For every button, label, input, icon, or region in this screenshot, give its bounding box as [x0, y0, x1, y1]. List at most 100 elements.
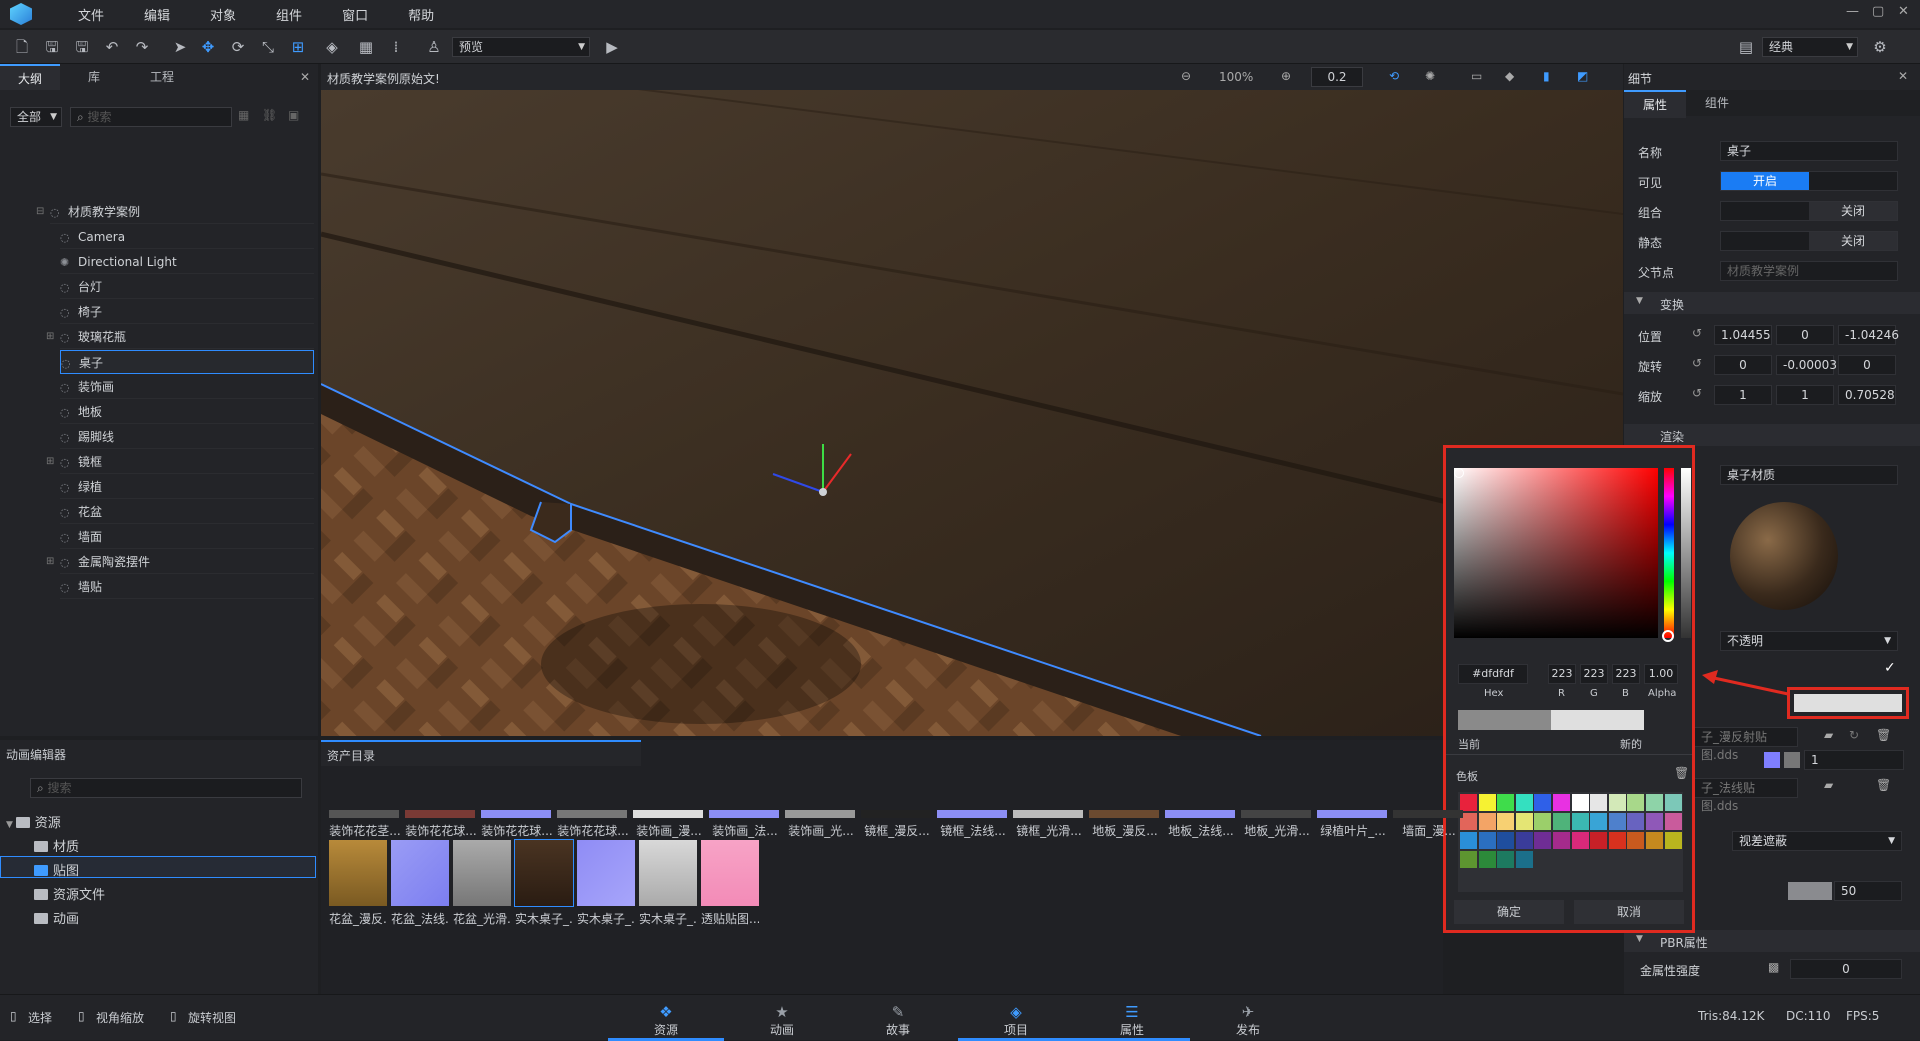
tree-item[interactable]: ✺ Directional Light: [60, 250, 314, 274]
tree-item[interactable]: ◌ 墙贴: [60, 575, 314, 599]
diffuse-color-swatch[interactable]: [1794, 694, 1902, 712]
palette-swatch[interactable]: [1460, 851, 1477, 868]
palette-swatch[interactable]: [1608, 794, 1626, 811]
select-tool-icon[interactable]: ➤: [170, 37, 190, 57]
menu-help[interactable]: 帮助: [388, 5, 454, 24]
play-icon[interactable]: ▶: [602, 37, 622, 57]
cube-icon[interactable]: ◆: [1505, 69, 1514, 83]
menu-edit[interactable]: 编辑: [124, 5, 190, 24]
visible-toggle[interactable]: 开启: [1720, 171, 1898, 191]
slider-fill[interactable]: [1788, 882, 1832, 900]
menu-window[interactable]: 窗口: [322, 5, 388, 24]
link-icon[interactable]: ⛓: [262, 108, 277, 122]
folder-materials[interactable]: 材质: [34, 836, 79, 855]
static-toggle[interactable]: 关闭: [1720, 231, 1898, 251]
tab-properties[interactable]: 属性: [1624, 90, 1686, 118]
folder-textures[interactable]: 贴图: [34, 860, 79, 879]
palette-swatch[interactable]: [1553, 832, 1570, 849]
view-mode-icon[interactable]: ◈: [322, 37, 342, 57]
expand-icon[interactable]: ⊞: [46, 550, 54, 574]
asset-item[interactable]: 装饰花花球...: [481, 810, 553, 839]
tree-item[interactable]: ◌ 椅子: [60, 300, 314, 324]
step-input[interactable]: 0.2: [1311, 67, 1363, 87]
palette-swatch[interactable]: [1515, 813, 1533, 830]
tree-item[interactable]: ⊞ ◌ 金属陶瓷摆件: [46, 550, 314, 574]
tree-item[interactable]: ⊞ ◌ 玻璃花瓶: [46, 325, 314, 349]
collapse-icon[interactable]: ▣: [288, 108, 299, 122]
parallax-select[interactable]: 视差遮蔽 ▼: [1732, 831, 1902, 851]
display-icon[interactable]: ▮: [1543, 69, 1550, 83]
render-section-header[interactable]: 渲染: [1624, 424, 1920, 446]
palette-swatch[interactable]: [1553, 794, 1570, 811]
tree-item[interactable]: ◌ 花盆: [60, 500, 314, 524]
palette-swatch[interactable]: [1497, 794, 1515, 811]
palette-swatch[interactable]: [1497, 832, 1515, 849]
alpha-slider[interactable]: [1681, 468, 1691, 638]
expand-icon[interactable]: ⊟: [36, 200, 44, 224]
tree-item[interactable]: ◌ 桌子: [60, 350, 314, 374]
hex-input[interactable]: #dfdfdf: [1458, 664, 1528, 684]
settings-icon[interactable]: ⚙: [1870, 37, 1890, 57]
palette-swatch[interactable]: [1664, 813, 1682, 830]
g-input[interactable]: 223: [1580, 664, 1608, 684]
tab-animation[interactable]: ★ 动画: [724, 995, 840, 1041]
reset-icon[interactable]: ↺: [1692, 356, 1702, 370]
user-icon[interactable]: ♙: [424, 37, 444, 57]
folder-search-input[interactable]: ⌕ 搜索: [30, 778, 302, 798]
asset-item[interactable]: 装饰画_漫...: [633, 810, 705, 839]
rotation-y[interactable]: -0.00003: [1776, 355, 1837, 375]
dot-grid-icon[interactable]: ⁞: [386, 37, 406, 57]
restore-icon[interactable]: ▢: [1872, 4, 1884, 19]
new-file-icon[interactable]: 🗋: [12, 37, 32, 57]
palette-swatch[interactable]: [1515, 851, 1533, 868]
palette-swatch[interactable]: [1608, 832, 1626, 849]
transform-section-header[interactable]: ▼ 变换: [1624, 292, 1920, 314]
normal-color-swatch[interactable]: [1764, 752, 1780, 768]
texture2-field[interactable]: 子_法线贴图.dds: [1694, 778, 1798, 813]
alpha-input[interactable]: 1.00: [1644, 664, 1678, 684]
hue-handle[interactable]: [1662, 630, 1674, 642]
r-input[interactable]: 223: [1548, 664, 1576, 684]
preview-select[interactable]: 预览 ▼: [452, 37, 590, 57]
close-window-icon[interactable]: ✕: [1898, 4, 1909, 19]
reset-icon[interactable]: ↺: [1692, 326, 1702, 340]
asset-item[interactable]: 墙面_漫...: [1393, 810, 1465, 839]
scale-tool-icon[interactable]: ⤡: [258, 37, 278, 57]
tree-item[interactable]: ◌ 台灯: [60, 275, 314, 299]
material-field[interactable]: 桌子材质: [1720, 465, 1898, 485]
palette-swatch[interactable]: [1627, 832, 1645, 849]
saturation-value-area[interactable]: [1454, 468, 1658, 638]
redo-icon[interactable]: ↷: [132, 37, 152, 57]
asset-item[interactable]: 地板_法线...: [1165, 810, 1237, 839]
color-swatch-highlight[interactable]: [1787, 687, 1909, 719]
menu-component[interactable]: 组件: [256, 5, 322, 24]
asset-item[interactable]: 地板_光滑...: [1241, 810, 1313, 839]
grid-icon[interactable]: ▦: [356, 37, 376, 57]
tree-item[interactable]: ◌ 踢脚线: [60, 425, 314, 449]
hue-slider[interactable]: [1664, 468, 1674, 638]
expand-icon[interactable]: ⊞: [46, 325, 54, 349]
rotate-tool-icon[interactable]: ⟳: [228, 37, 248, 57]
reset-icon[interactable]: ↺: [1692, 386, 1702, 400]
tab-outline[interactable]: 大纲: [0, 64, 61, 90]
snap-tool-icon[interactable]: ⊞: [288, 37, 308, 57]
scale-z[interactable]: 0.70528: [1838, 385, 1896, 405]
palette-swatch[interactable]: [1478, 794, 1496, 811]
close-icon[interactable]: ✕: [300, 70, 310, 84]
texture-icon[interactable]: ▩: [1768, 960, 1779, 974]
palette-swatch[interactable]: [1627, 813, 1645, 830]
palette-swatch[interactable]: [1627, 794, 1645, 811]
asset-item[interactable]: 实木桌子_...: [577, 840, 635, 927]
group-toggle[interactable]: 关闭: [1720, 201, 1898, 221]
tab-attributes[interactable]: ☰ 属性: [1074, 995, 1190, 1041]
palette-swatch[interactable]: [1608, 813, 1626, 830]
palette-swatch[interactable]: [1571, 794, 1589, 811]
position-x[interactable]: 1.04455: [1714, 325, 1772, 345]
scale-x[interactable]: 1: [1714, 385, 1772, 405]
stats-icon[interactable]: ◩: [1577, 69, 1588, 83]
tree-item[interactable]: ⊞ ◌ 镜框: [46, 450, 314, 474]
tree-item[interactable]: ◌ 装饰画: [60, 375, 314, 399]
asset-item[interactable]: 装饰画_光...: [785, 810, 857, 839]
tree-item[interactable]: ◌ 墙面: [60, 525, 314, 549]
palette-swatch[interactable]: [1590, 813, 1608, 830]
